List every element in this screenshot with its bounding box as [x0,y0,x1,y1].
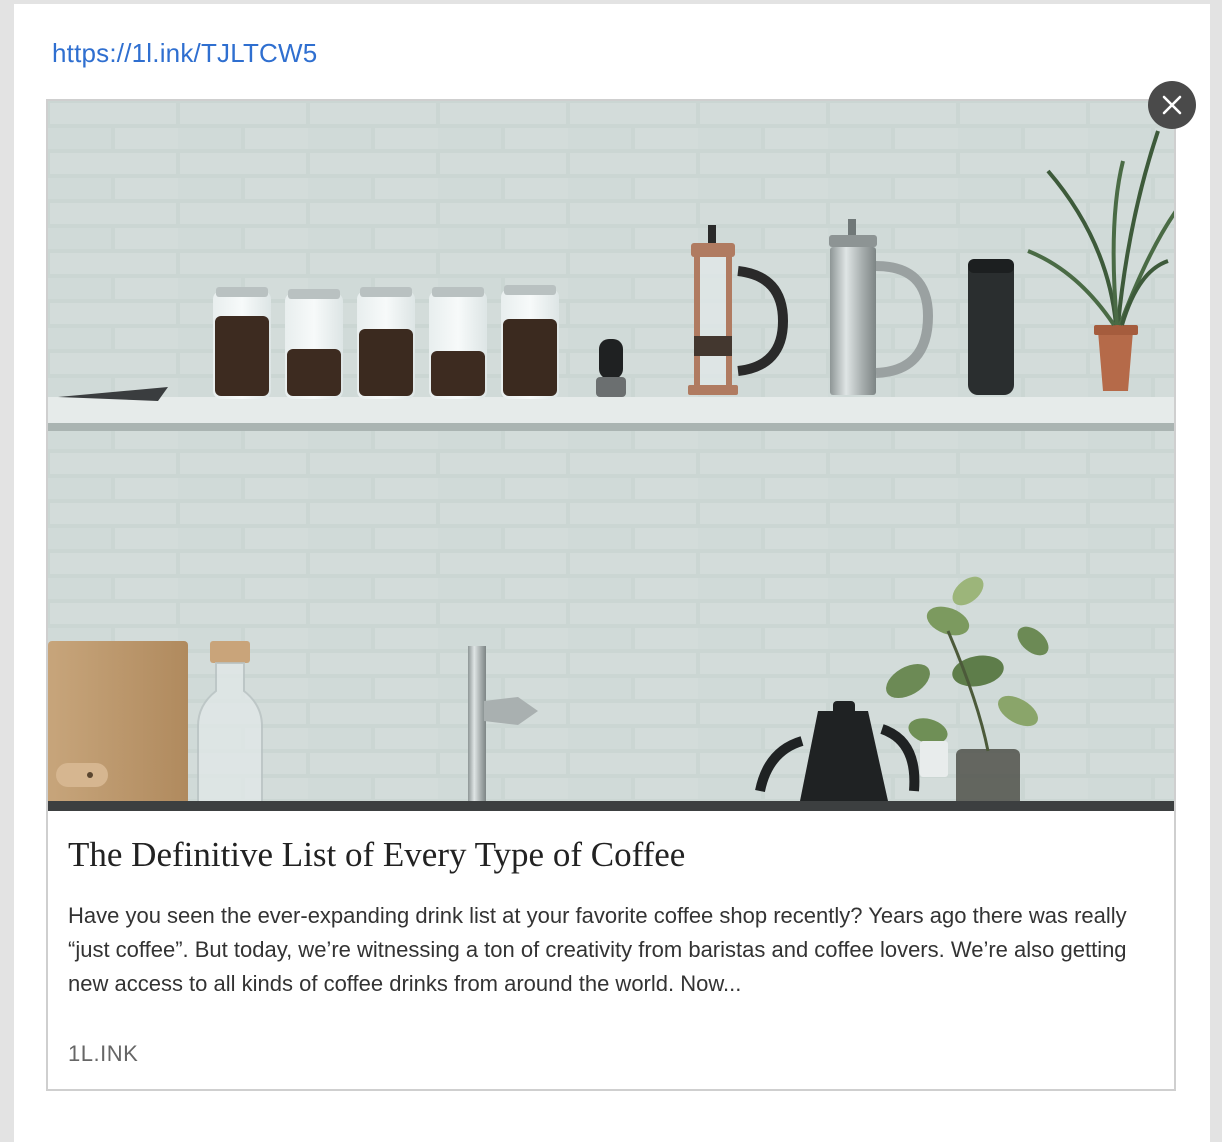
link-url[interactable]: https://1l.ink/TJLTCW5 [52,38,317,69]
preview-description: Have you seen the ever-expanding drink l… [68,903,1127,996]
close-preview-button[interactable] [1148,81,1196,129]
close-icon [1162,95,1182,115]
preview-title[interactable]: The Definitive List of Every Type of Cof… [68,835,1148,875]
coffee-jars [213,285,559,399]
preview-image [48,101,1174,811]
link-preview-card[interactable]: The Definitive List of Every Type of Cof… [46,99,1176,1091]
preview-domain: 1L.INK [68,1041,139,1066]
